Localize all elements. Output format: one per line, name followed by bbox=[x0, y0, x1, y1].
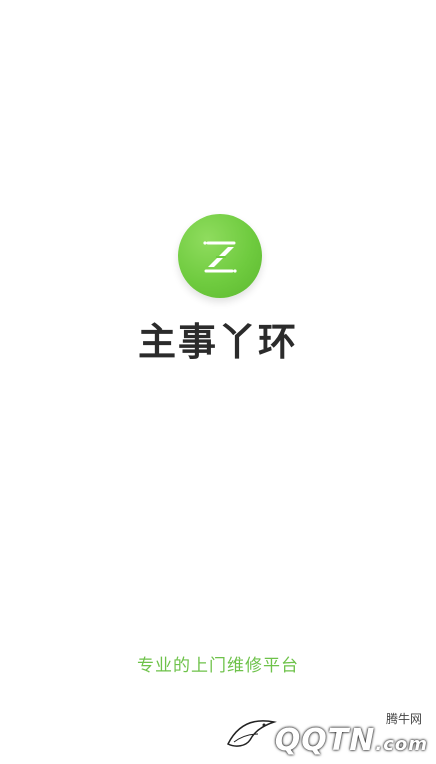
z-logo-icon bbox=[203, 241, 237, 273]
watermark-logo-text: QQTN.com bbox=[275, 723, 428, 758]
splash-screen: 主事丫环 专业的上门维修平台 腾牛网 QQTN.com bbox=[0, 0, 436, 764]
watermark: 腾牛网 QQTN.com bbox=[218, 708, 428, 758]
watermark-main: QQTN bbox=[274, 723, 376, 758]
tagline: 专业的上门维修平台 bbox=[137, 656, 299, 676]
bird-icon bbox=[226, 720, 277, 747]
watermark-suffix: .com bbox=[375, 734, 428, 755]
app-name: 主事丫环 bbox=[137, 320, 298, 364]
app-logo bbox=[178, 214, 262, 298]
